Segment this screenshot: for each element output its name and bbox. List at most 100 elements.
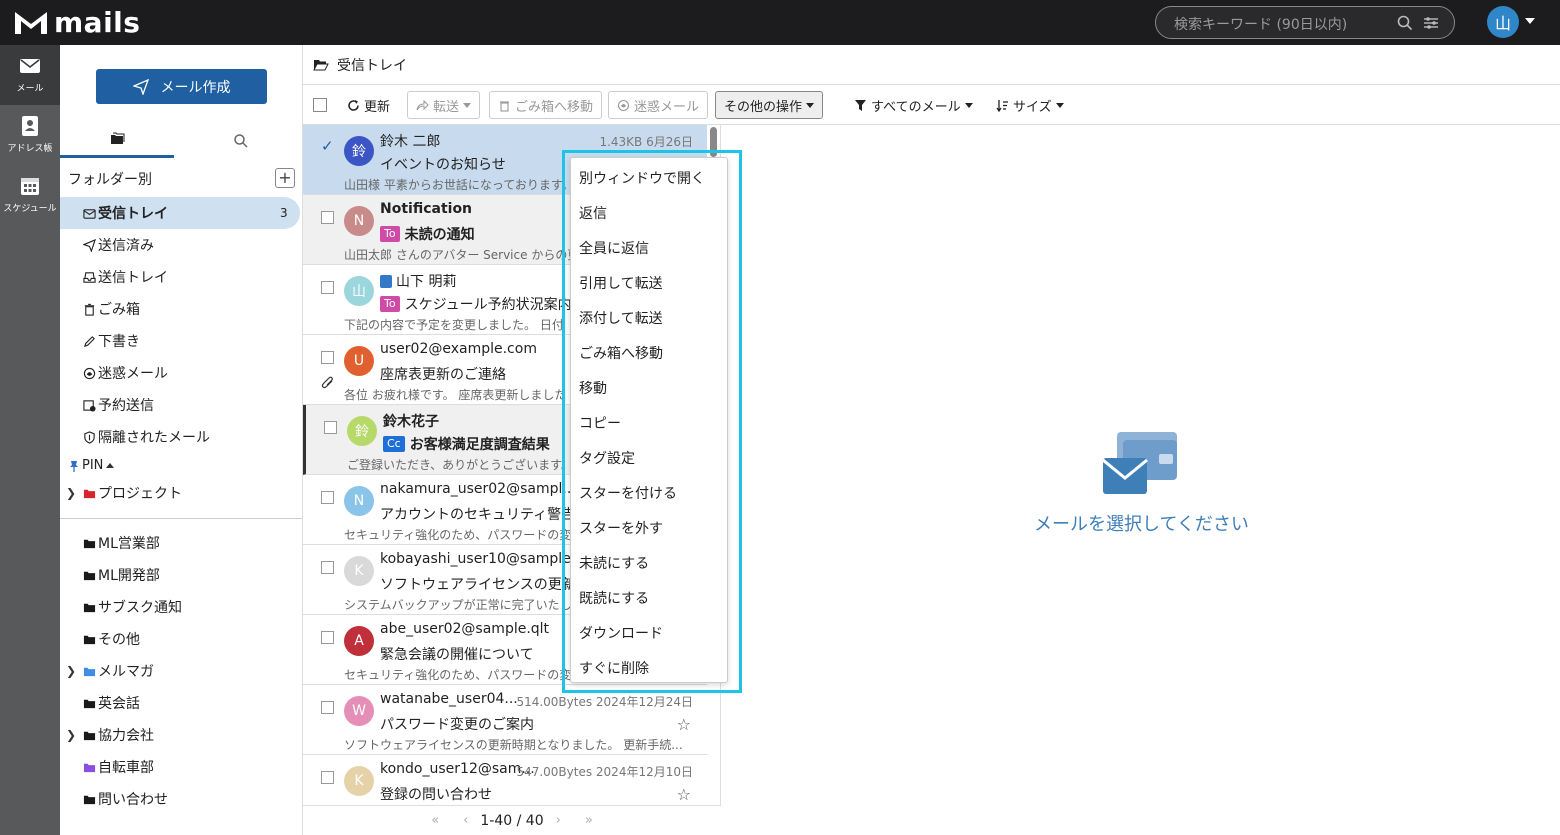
mail-row[interactable]: W watanabe_user04... 514.00Bytes 2024年12…	[303, 685, 707, 755]
pin-section-toggle[interactable]: PIN	[68, 458, 115, 473]
folder-project[interactable]: ❯ プロジェクト	[60, 477, 300, 509]
mark-spam-button[interactable]: 迷惑メール	[608, 91, 709, 119]
star-icon[interactable]: ☆	[677, 715, 691, 734]
search-filter-icon[interactable]	[1422, 14, 1440, 32]
folder-newsletter[interactable]: ❯ メルマガ	[60, 655, 300, 687]
row-checkbox[interactable]	[321, 701, 334, 714]
star-icon[interactable]: ☆	[677, 785, 691, 804]
page-range: 1-40 / 40	[480, 812, 544, 829]
menu-item-reply[interactable]: 返信	[579, 203, 607, 223]
folder-label: その他	[98, 632, 140, 648]
folder-ml-dev[interactable]: ML開発部	[60, 559, 300, 591]
next-page-icon[interactable]: ›	[556, 813, 561, 828]
user-avatar[interactable]: 山	[1487, 6, 1519, 38]
folder-label: 協力会社	[98, 728, 154, 744]
move-to-trash-button[interactable]: ごみ箱へ移動	[489, 91, 603, 119]
folder-label: 受信トレイ	[98, 206, 168, 222]
rail-item-schedule[interactable]: スケジュール	[0, 165, 60, 225]
rail-item-mail[interactable]: メール	[0, 45, 60, 105]
sender-avatar: N	[344, 206, 374, 236]
draft-icon	[82, 334, 96, 348]
chevron-down-icon	[964, 102, 973, 108]
folder-spam[interactable]: 迷惑メール	[60, 357, 300, 389]
menu-item-forward-attached[interactable]: 添付して転送	[579, 308, 663, 328]
menu-item-open-window[interactable]: 別ウィンドウで開く	[579, 168, 705, 188]
last-page-icon[interactable]: »	[585, 813, 593, 828]
select-all-checkbox[interactable]	[313, 98, 327, 112]
compose-button[interactable]: メール作成	[96, 69, 267, 104]
menu-item-add-star[interactable]: スターを付ける	[579, 483, 677, 503]
row-checkbox[interactable]	[324, 421, 337, 434]
menu-item-forward-inline[interactable]: 引用して転送	[579, 273, 663, 293]
row-checkbox[interactable]	[321, 211, 334, 224]
row-checkbox[interactable]	[321, 771, 334, 784]
search-input[interactable]: 検索キーワード (90日以内)	[1155, 6, 1455, 39]
check-icon[interactable]: ✓	[321, 137, 334, 155]
menu-item-move[interactable]: 移動	[579, 378, 607, 398]
folder-label: ごみ箱	[98, 302, 140, 318]
rail-item-address-book[interactable]: アドレス帳	[0, 105, 60, 165]
more-actions-button[interactable]: その他の操作	[715, 91, 824, 119]
folder-scheduled[interactable]: 予約送信	[60, 389, 300, 421]
sort-dropdown[interactable]: サイズ	[996, 91, 1064, 119]
logo-text: mails	[54, 6, 141, 39]
cc-tag: Cc	[383, 436, 405, 452]
folder-subscriptions[interactable]: サブスク通知	[60, 591, 300, 623]
folder-partners[interactable]: ❯ 協力会社	[60, 719, 300, 751]
add-folder-button[interactable]: +	[275, 168, 295, 188]
prev-page-icon[interactable]: ‹	[463, 813, 468, 828]
folder-quarantine[interactable]: 隔離されたメール	[60, 421, 300, 453]
chevron-right-icon[interactable]: ❯	[66, 486, 76, 500]
to-tag: To	[380, 226, 400, 242]
menu-item-reply-all[interactable]: 全員に返信	[579, 238, 649, 258]
folder-outbox[interactable]: 送信トレイ	[60, 261, 300, 293]
forward-button[interactable]: 転送	[407, 91, 481, 119]
refresh-button[interactable]: 更新	[347, 91, 390, 119]
folder-label: 迷惑メール	[98, 366, 168, 382]
tab-folders[interactable]	[60, 123, 174, 158]
mail-row[interactable]: K kondo_user12@sam... 547.00Bytes 2024年1…	[303, 755, 707, 805]
menu-item-copy[interactable]: コピー	[579, 413, 621, 433]
mail-filter-dropdown[interactable]: すべてのメール	[854, 91, 973, 119]
folder-english[interactable]: 英会話	[60, 687, 300, 719]
app-logo[interactable]: mails	[14, 8, 140, 38]
row-checkbox[interactable]	[321, 561, 334, 574]
folder-inbox[interactable]: 受信トレイ 3	[60, 197, 300, 229]
folder-trash[interactable]: ごみ箱	[60, 293, 300, 325]
menu-item-mark-read[interactable]: 既読にする	[579, 588, 649, 608]
folder-label: プロジェクト	[98, 486, 182, 502]
more-actions-label: その他の操作	[724, 99, 803, 115]
mails-empty-icon	[1103, 432, 1177, 494]
folder-other[interactable]: その他	[60, 623, 300, 655]
folder-cycling[interactable]: 自転車部	[60, 751, 300, 783]
mail-sender: 鈴木 二郎	[380, 134, 441, 150]
folder-sent[interactable]: 送信済み	[60, 229, 300, 261]
mail-meta: 514.00Bytes 2024年12月24日	[516, 695, 693, 709]
mail-preview: ソフトウェアライセンスの更新時期となりました。 更新手続...	[344, 738, 683, 752]
row-checkbox[interactable]	[321, 351, 334, 364]
trash-label: ごみ箱へ移動	[515, 99, 594, 115]
search-icon[interactable]	[1396, 14, 1414, 32]
folder-label: 自転車部	[98, 760, 154, 776]
folder-drafts[interactable]: 下書き	[60, 325, 300, 357]
chevron-right-icon[interactable]: ❯	[66, 728, 76, 742]
menu-item-remove-star[interactable]: スターを外す	[579, 518, 663, 538]
folder-sidebar: メール作成 フォルダー別 + 受信トレイ 3 送信済み 送信トレイ ごみ箱 下書…	[60, 45, 303, 835]
menu-item-delete-now[interactable]: すぐに削除	[579, 658, 649, 678]
menu-item-tags[interactable]: タグ設定	[579, 448, 635, 468]
row-checkbox[interactable]	[321, 491, 334, 504]
tab-search[interactable]	[184, 123, 298, 158]
chevron-down-icon[interactable]	[1525, 18, 1535, 24]
chevron-down-icon	[463, 102, 472, 108]
first-page-icon[interactable]: «	[431, 813, 439, 828]
menu-item-download[interactable]: ダウンロード	[579, 623, 663, 643]
contact-icon	[380, 274, 392, 288]
folder-inquiries[interactable]: 問い合わせ	[60, 783, 300, 815]
menu-item-move-to-trash[interactable]: ごみ箱へ移動	[579, 343, 663, 363]
row-checkbox[interactable]	[321, 631, 334, 644]
mail-sender: user02@example.com	[380, 341, 537, 357]
menu-item-mark-unread[interactable]: 未読にする	[579, 553, 649, 573]
row-checkbox[interactable]	[321, 281, 334, 294]
folder-ml-sales[interactable]: ML営業部	[60, 527, 300, 559]
chevron-right-icon[interactable]: ❯	[66, 664, 76, 678]
